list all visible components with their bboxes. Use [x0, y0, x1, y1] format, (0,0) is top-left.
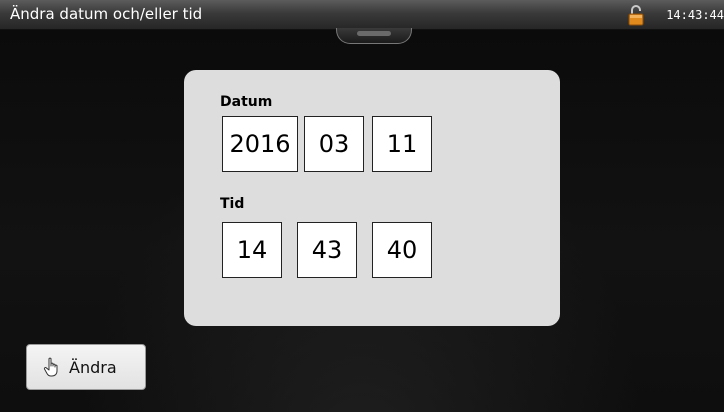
hand-pointer-icon: [43, 357, 58, 377]
clock-display: 14:43:44: [666, 8, 724, 22]
hour-field[interactable]: 14: [222, 222, 282, 278]
change-button[interactable]: Ändra: [26, 344, 146, 390]
title-bar: Ändra datum och/eller tid 14:43:44: [0, 0, 724, 30]
year-field[interactable]: 2016: [222, 116, 298, 172]
pull-down-handle[interactable]: [336, 28, 412, 44]
second-field[interactable]: 40: [372, 222, 432, 278]
date-label: Datum: [220, 94, 273, 110]
time-label: Tid: [220, 196, 245, 212]
lock-open-icon[interactable]: [628, 4, 644, 26]
window-title: Ändra datum och/eller tid: [10, 5, 203, 23]
handle-grip: [357, 31, 391, 36]
change-button-label: Ändra: [69, 357, 117, 377]
date-time-panel: Datum 2016 03 11 Tid 14 43 40: [184, 70, 560, 326]
minute-field[interactable]: 43: [297, 222, 357, 278]
day-field[interactable]: 11: [372, 116, 432, 172]
month-field[interactable]: 03: [304, 116, 364, 172]
screen: Ändra datum och/eller tid 14:43:44 Datum…: [0, 0, 724, 412]
